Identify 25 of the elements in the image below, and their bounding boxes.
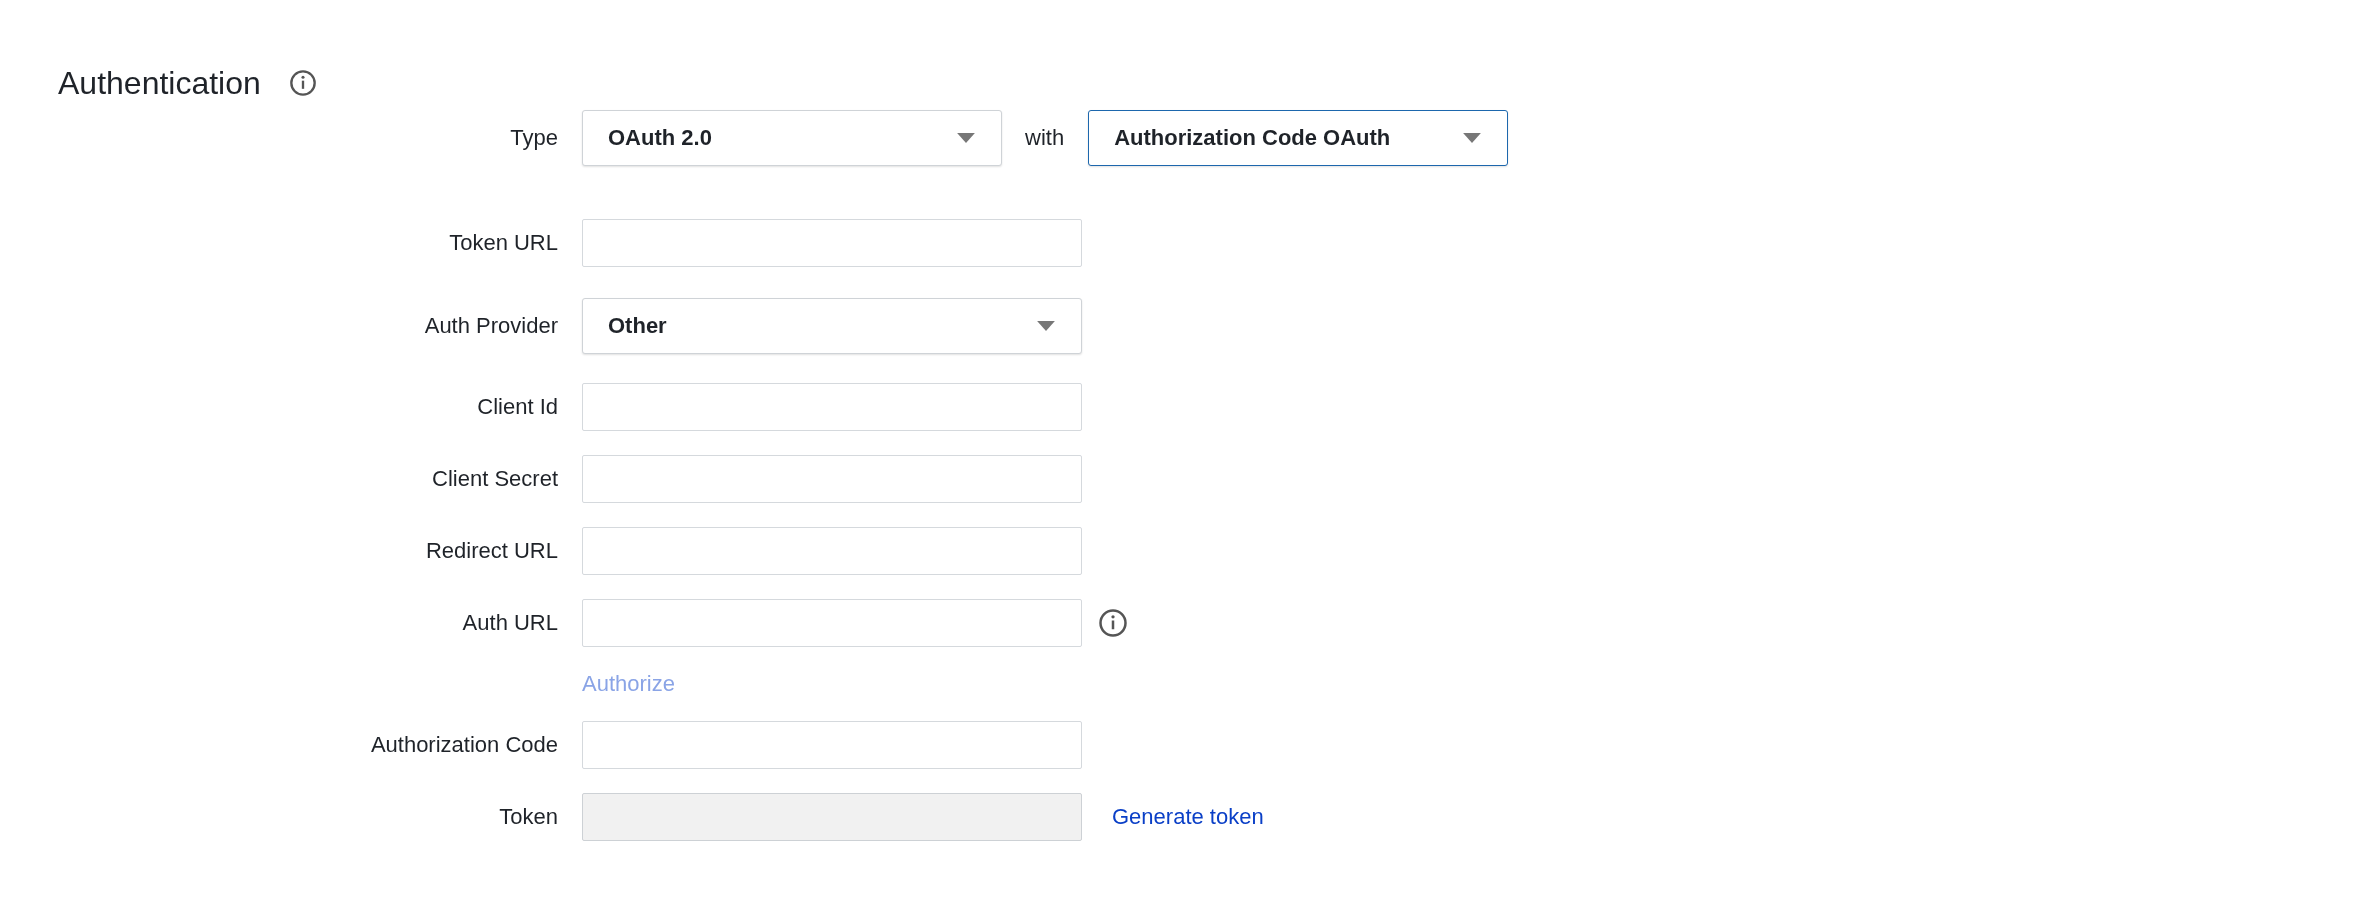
input-field[interactable]: [582, 455, 1082, 503]
field-label: Type: [509, 125, 558, 151]
field-label: Token: [498, 804, 558, 830]
field-label: Client Secret: [431, 466, 558, 492]
input-field[interactable]: [582, 599, 1082, 647]
field-label: Token URL: [448, 230, 558, 256]
caret-icon: [957, 133, 975, 143]
input-field[interactable]: [582, 527, 1082, 575]
field-label: Authorization Code: [369, 732, 558, 758]
type-dropdown[interactable]: OAuth 2.0: [582, 110, 1002, 166]
field-label: Client Id: [476, 394, 558, 420]
provider-dropdown[interactable]: Other: [582, 298, 1082, 354]
field-label: Auth Provider: [423, 313, 558, 339]
caret-icon: [1037, 321, 1055, 331]
input-field[interactable]: [582, 383, 1082, 431]
input-field[interactable]: [582, 219, 1082, 267]
joiner-text: with: [1025, 125, 1065, 151]
field-label: Auth URL: [461, 610, 558, 636]
caret-icon: [1463, 133, 1482, 143]
field-label: Redirect URL: [424, 538, 558, 564]
section-title: Authentication: [58, 64, 261, 102]
info-icon[interactable]: [288, 69, 317, 97]
grant-type-dropdown[interactable]: Authorization Code OAuth: [1088, 110, 1509, 166]
input-field[interactable]: [582, 721, 1082, 769]
info-icon[interactable]: [1098, 608, 1128, 638]
